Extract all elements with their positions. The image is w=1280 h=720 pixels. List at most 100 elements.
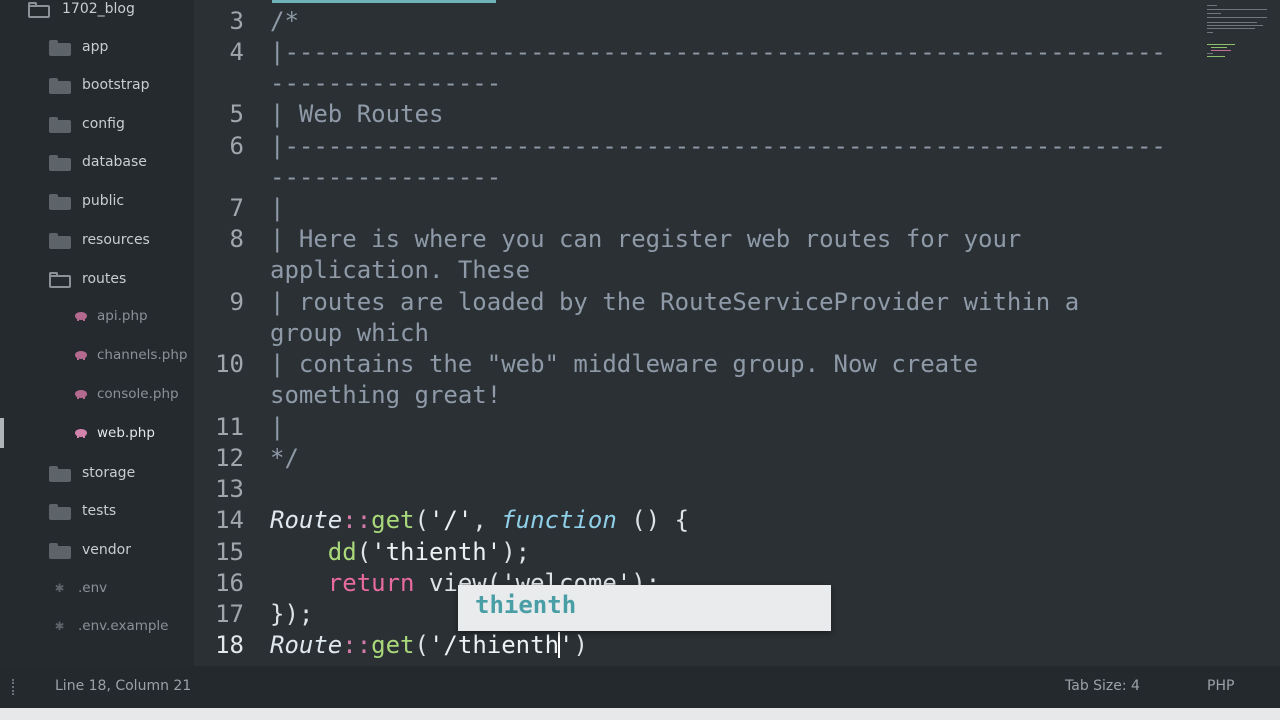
- code-token-punctuation: ): [573, 631, 588, 659]
- sidebar-file-web[interactable]: web.php: [0, 418, 194, 448]
- code-token-class: Route: [270, 506, 343, 534]
- code-token-punctuation: ,: [472, 506, 502, 534]
- tab-size-selector[interactable]: Tab Size: 4: [1065, 678, 1140, 694]
- line-number: 5: [229, 100, 244, 128]
- code-line: application. These: [270, 256, 531, 284]
- code-line: */: [270, 444, 299, 472]
- sidebar-file-api[interactable]: api.php: [0, 301, 194, 331]
- folder-icon: [49, 155, 71, 171]
- editor-window: 1702_blog app bootstrap config database …: [0, 0, 1280, 708]
- php-elephant-icon: [74, 389, 88, 399]
- sidebar: 1702_blog app bootstrap config database …: [0, 0, 194, 666]
- code-token-punctuation: () {: [616, 506, 690, 534]
- code-line: });: [270, 600, 314, 628]
- line-number: 11: [215, 413, 244, 441]
- folder-open-icon: [49, 272, 71, 288]
- sidebar-file-channels[interactable]: channels.php: [0, 340, 194, 370]
- code-token-operator: ::: [342, 506, 372, 534]
- line-number: 12: [215, 444, 244, 472]
- sidebar-file-label: api.php: [97, 308, 148, 324]
- sidebar-folder-database[interactable]: database: [0, 148, 194, 178]
- sidebar-folder-label: public: [82, 193, 125, 209]
- line-number: 15: [215, 538, 244, 566]
- code-line: /*: [270, 7, 299, 35]
- line-number-current: 18: [215, 631, 244, 659]
- code-token-string: ': [559, 631, 574, 659]
- folder-icon: [49, 466, 71, 482]
- php-elephant-icon: [74, 350, 88, 360]
- sidebar-root-folder[interactable]: 1702_blog: [0, 0, 194, 24]
- sidebar-folder-tests[interactable]: tests: [0, 497, 194, 527]
- code-token-operator: ::: [342, 631, 372, 659]
- folder-icon: [49, 78, 71, 94]
- code-line-current: Route::get('/thienth'): [270, 631, 588, 659]
- sidebar-folder-label: storage: [82, 465, 136, 481]
- folder-icon: [49, 504, 71, 520]
- sidebar-folder-label: resources: [82, 232, 150, 248]
- folder-open-icon: [28, 2, 50, 18]
- line-number: 10: [215, 350, 244, 378]
- code-line: |: [270, 194, 285, 222]
- code-line: ----------------: [270, 163, 502, 191]
- code-token-punctuation: );: [501, 538, 531, 566]
- sidebar-folder-config[interactable]: config: [0, 110, 194, 140]
- line-number: 4: [229, 38, 244, 66]
- sidebar-folder-label: bootstrap: [82, 77, 150, 93]
- sidebar-folder-storage[interactable]: storage: [0, 459, 194, 489]
- code-line: | routes are loaded by the RouteServiceP…: [270, 288, 1080, 316]
- code-token-method: get: [371, 506, 415, 534]
- line-number: 3: [229, 7, 244, 35]
- autocomplete-popup: thienth: [458, 585, 831, 631]
- sidebar-folder-app[interactable]: app: [0, 33, 194, 63]
- code-line: group which: [270, 319, 429, 347]
- sidebar-folder-bootstrap[interactable]: bootstrap: [0, 71, 194, 101]
- code-token-punctuation: (: [414, 506, 429, 534]
- code-editor[interactable]: 3 4 5 6 7 8 9 10 11 12 13 14 15 16 17 18…: [194, 0, 1202, 666]
- sidebar-file-env[interactable]: ✱ .env: [0, 573, 194, 603]
- sidebar-file-console[interactable]: console.php: [0, 379, 194, 409]
- asterisk-file-icon: ✱: [55, 578, 65, 596]
- code-token-function: dd: [327, 538, 357, 566]
- code-token-string: '/thienth: [428, 631, 560, 659]
- syntax-selector[interactable]: PHP: [1207, 678, 1234, 694]
- sidebar-file-env-example[interactable]: ✱ .env.example: [0, 611, 194, 641]
- sidebar-folder-resources[interactable]: resources: [0, 226, 194, 256]
- code-line: |---------------------------------------…: [270, 132, 1166, 160]
- autocomplete-suggestion[interactable]: thienth: [475, 591, 576, 619]
- sidebar-folder-label: tests: [82, 503, 117, 519]
- sidebar-root-label: 1702_blog: [62, 1, 135, 17]
- panel-toggle-icon[interactable]: [12, 679, 16, 695]
- sidebar-folder-public[interactable]: public: [0, 187, 194, 217]
- code-token-punctuation: (: [414, 631, 429, 659]
- line-number: 7: [229, 194, 244, 222]
- code-line: | contains the "web" middleware group. N…: [270, 350, 979, 378]
- code-line: | Web Routes: [270, 100, 444, 128]
- folder-icon: [49, 194, 71, 210]
- sidebar-file-label: .env.example: [78, 618, 169, 634]
- line-number: 8: [229, 225, 244, 253]
- line-number: 16: [215, 569, 244, 597]
- sidebar-folder-vendor[interactable]: vendor: [0, 536, 194, 566]
- code-token-class: Route: [270, 631, 343, 659]
- code-line: something great!: [270, 381, 502, 409]
- sidebar-file-label: .env: [78, 580, 108, 596]
- sidebar-folder-label: database: [82, 154, 147, 170]
- sidebar-folder-label: vendor: [82, 542, 131, 558]
- sidebar-file-label: channels.php: [97, 347, 188, 363]
- php-elephant-icon: [74, 428, 88, 438]
- sidebar-folder-label: routes: [82, 271, 127, 287]
- code-line: ----------------: [270, 69, 502, 97]
- code-token-method: get: [371, 631, 415, 659]
- code-line: |: [270, 413, 285, 441]
- sidebar-folder-label: config: [82, 116, 125, 132]
- code-token-punctuation: (: [356, 538, 372, 566]
- code-token-keyword: return: [327, 569, 415, 597]
- folder-icon: [49, 117, 71, 133]
- code-line: |---------------------------------------…: [270, 38, 1166, 66]
- minimap[interactable]: [1202, 0, 1280, 666]
- sidebar-folder-label: app: [82, 39, 109, 55]
- folder-icon: [49, 543, 71, 559]
- sidebar-folder-routes[interactable]: routes: [0, 265, 194, 295]
